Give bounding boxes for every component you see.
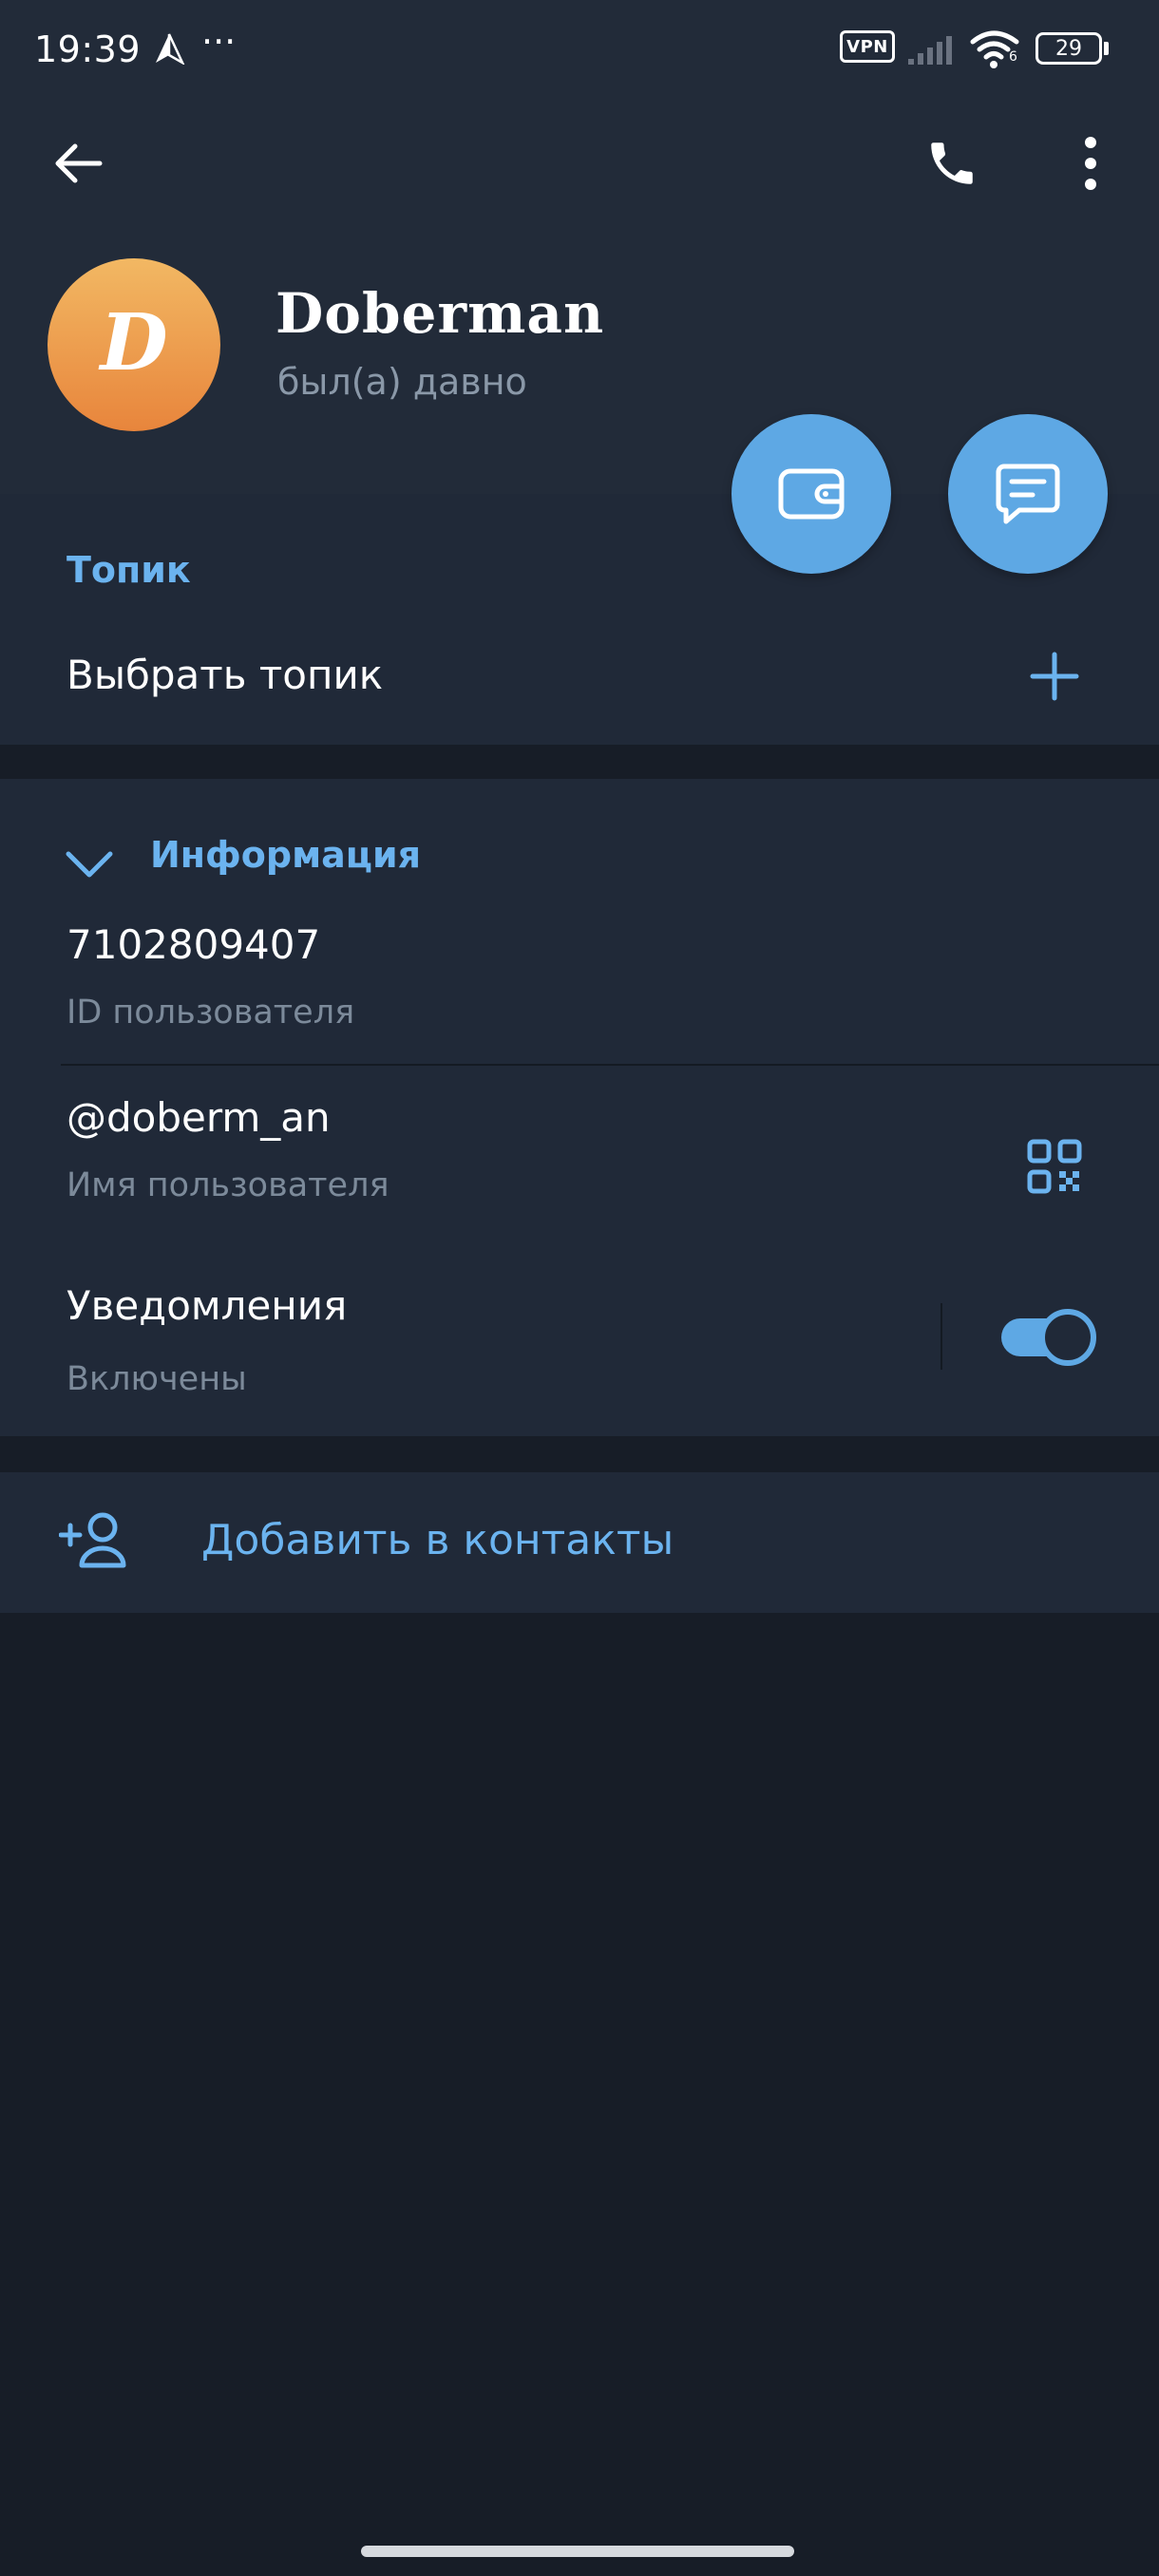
info-section: Информация 7102809407 ID пользователя @d… — [0, 779, 1159, 1436]
battery-tip — [1104, 42, 1109, 55]
vpn-label: VPN — [846, 36, 888, 57]
call-button[interactable] — [904, 116, 999, 211]
notifications-label: Уведомления — [66, 1282, 348, 1329]
add-user-icon — [59, 1512, 126, 1568]
row-divider — [61, 1064, 1159, 1066]
toggle-separator — [940, 1303, 942, 1370]
username-label: Имя пользователя — [66, 1166, 390, 1204]
message-icon — [996, 464, 1060, 524]
topic-section-title: Топик — [66, 549, 191, 591]
vpn-icon: VPN — [840, 30, 895, 63]
info-section-title: Информация — [150, 834, 421, 876]
username-value[interactable]: @doberm_an — [66, 1094, 331, 1141]
plus-icon — [1030, 652, 1079, 701]
qr-code-button[interactable] — [1007, 1119, 1102, 1214]
qr-code-icon — [1027, 1139, 1082, 1194]
avatar-letter: D — [100, 297, 168, 388]
phone-icon — [931, 142, 973, 184]
status-time: 19:39 — [34, 28, 142, 70]
back-button[interactable] — [30, 116, 125, 211]
arrow-left-icon — [55, 143, 103, 183]
chevron-down-icon — [66, 851, 113, 878]
battery-level: 29 — [1055, 36, 1082, 61]
profile-last-seen: был(а) давно — [277, 361, 527, 403]
wallet-icon — [778, 468, 845, 520]
more-menu-button[interactable] — [1043, 116, 1138, 211]
avatar[interactable]: D — [48, 258, 220, 431]
message-button[interactable] — [948, 414, 1108, 574]
notifications-toggle-knob[interactable] — [1039, 1309, 1096, 1366]
notifications-state: Включены — [66, 1360, 247, 1398]
user-id-label: ID пользователя — [66, 994, 355, 1032]
home-indicator[interactable] — [361, 2546, 794, 2557]
wifi-sub-label: 6 — [1009, 49, 1017, 65]
choose-topic-label: Выбрать топик — [66, 652, 384, 698]
cellular-signal-icon — [908, 36, 952, 65]
wallet-button[interactable] — [732, 414, 891, 574]
add-contact-label[interactable]: Добавить в контакты — [201, 1516, 674, 1564]
navigation-arrow-icon — [156, 33, 185, 65]
profile-name: Doberman — [276, 281, 605, 346]
status-more-icon: ··· — [201, 21, 237, 63]
add-topic-button[interactable] — [1007, 629, 1102, 724]
battery-icon: 29 — [1036, 32, 1102, 65]
info-collapse-toggle[interactable] — [57, 836, 122, 893]
user-id-value[interactable]: 7102809407 — [66, 921, 320, 968]
more-vertical-icon — [1085, 137, 1096, 190]
